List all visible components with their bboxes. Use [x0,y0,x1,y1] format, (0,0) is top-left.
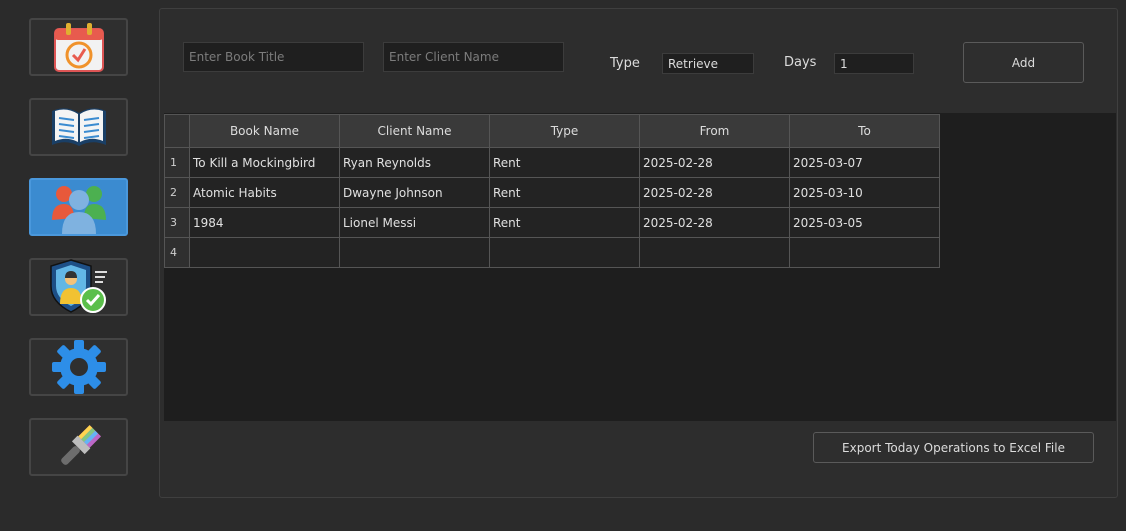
sidebar-item-calendar[interactable] [29,18,128,76]
client-name-input[interactable] [383,42,564,72]
type-cell[interactable]: Rent [489,147,640,178]
column-header-type[interactable]: Type [489,114,640,148]
book-name-cell[interactable] [189,237,340,268]
to-cell[interactable] [789,237,940,268]
table-row[interactable]: 1 To Kill a Mockingbird Ryan Reynolds Re… [164,147,940,178]
row-number[interactable]: 1 [164,147,190,178]
client-name-cell[interactable]: Dwayne Johnson [339,177,490,208]
type-cell[interactable]: Rent [489,177,640,208]
users-icon [51,186,106,234]
open-book-icon [51,108,106,146]
column-header-book-name[interactable]: Book Name [189,114,340,148]
table-header-row: Book Name Client Name Type From To [164,114,940,148]
to-cell[interactable]: 2025-03-10 [789,177,940,208]
row-number[interactable]: 3 [164,207,190,238]
client-name-cell[interactable]: Lionel Messi [339,207,490,238]
export-excel-button[interactable]: Export Today Operations to Excel File [813,432,1094,463]
table-row[interactable]: 3 1984 Lionel Messi Rent 2025-02-28 2025… [164,207,940,238]
book-title-input[interactable] [183,42,364,72]
from-cell[interactable]: 2025-02-28 [639,147,790,178]
paint-brush-icon [60,425,101,465]
operations-grid: Book Name Client Name Type From To 1 To … [164,114,940,268]
operations-table: Book Name Client Name Type From To 1 To … [164,113,1116,421]
days-field[interactable] [834,53,914,74]
sidebar-item-settings[interactable] [29,338,128,396]
client-name-cell[interactable]: Ryan Reynolds [339,147,490,178]
to-cell[interactable]: 2025-03-07 [789,147,940,178]
row-number[interactable]: 2 [164,177,190,208]
book-name-cell[interactable]: To Kill a Mockingbird [189,147,340,178]
corner-cell[interactable] [164,114,190,148]
sidebar-item-clients[interactable] [29,178,128,236]
row-number[interactable]: 4 [164,237,190,268]
column-header-client-name[interactable]: Client Name [339,114,490,148]
type-cell[interactable] [489,237,640,268]
sidebar-item-books[interactable] [29,98,128,156]
book-name-cell[interactable]: 1984 [189,207,340,238]
sidebar-item-security[interactable] [29,258,128,316]
from-cell[interactable]: 2025-02-28 [639,177,790,208]
days-label: Days [784,55,817,70]
to-cell[interactable]: 2025-03-05 [789,207,940,238]
type-cell[interactable]: Rent [489,207,640,238]
table-row[interactable]: 4 [164,237,940,268]
gear-icon [51,340,106,394]
add-button[interactable]: Add [963,42,1084,83]
book-name-cell[interactable]: Atomic Habits [189,177,340,208]
sidebar-item-theme[interactable] [29,418,128,476]
security-user-icon [49,259,107,313]
client-name-cell[interactable] [339,237,490,268]
column-header-from[interactable]: From [639,114,790,148]
from-cell[interactable]: 2025-02-28 [639,207,790,238]
calendar-icon [53,23,104,72]
type-label: Type [610,56,640,71]
table-row[interactable]: 2 Atomic Habits Dwayne Johnson Rent 2025… [164,177,940,208]
from-cell[interactable] [639,237,790,268]
column-header-to[interactable]: To [789,114,940,148]
type-field[interactable] [662,53,754,74]
